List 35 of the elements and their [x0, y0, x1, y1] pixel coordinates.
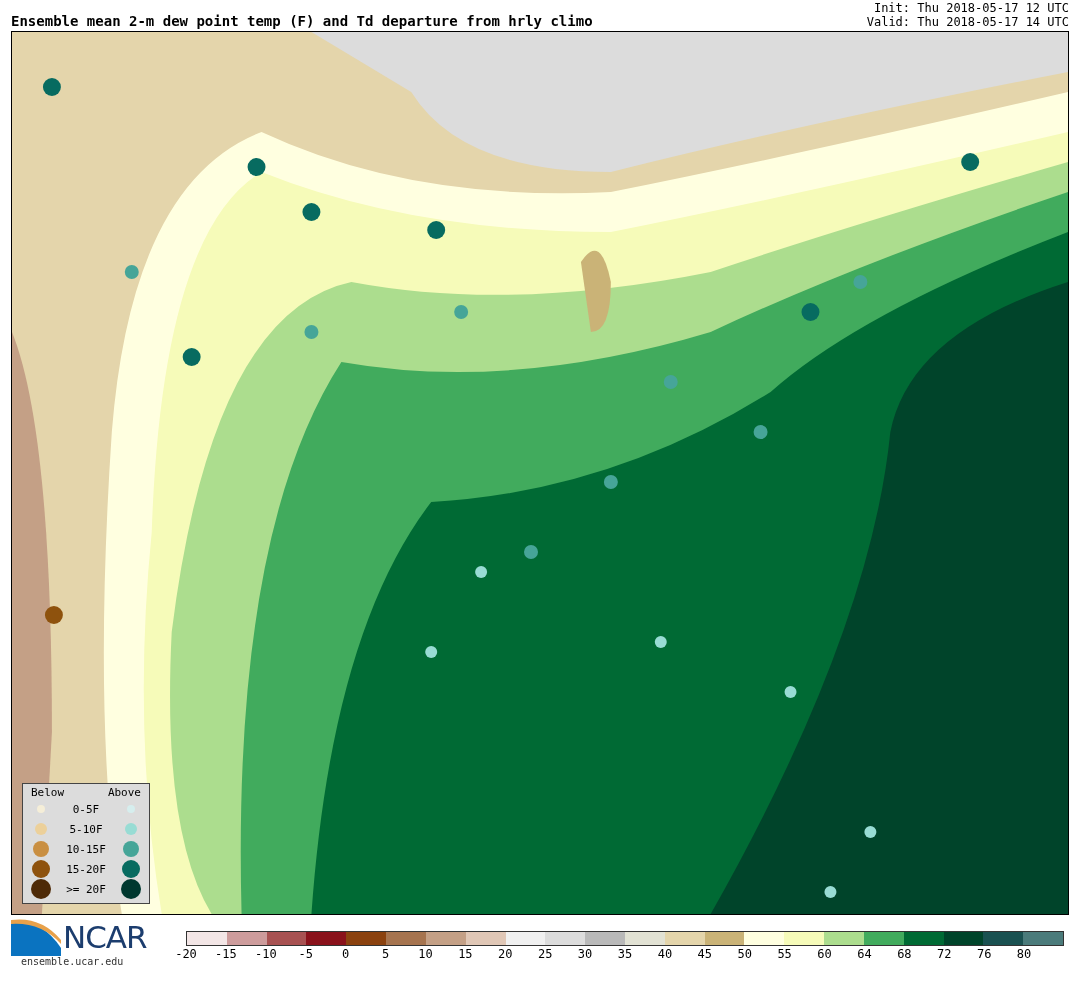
tick-label: 80 — [1016, 947, 1032, 961]
legend-label: 0-5F — [71, 802, 101, 816]
tick-label: 76 — [976, 947, 992, 961]
tick-label: 20 — [498, 947, 513, 961]
tick-label: 45 — [697, 947, 713, 961]
tick-label: 15 — [458, 947, 473, 961]
tick-label: 60 — [817, 947, 832, 961]
tick-label: 68 — [897, 947, 912, 961]
init-time: Init: Thu 2018-05-17 12 UTC — [872, 1, 1069, 15]
legend-label: >= 20F — [65, 882, 107, 896]
chart-title: Ensemble mean 2-m dew point temp (F) and Td departure from hrly climo — [11, 13, 593, 29]
legend-label: 5-10F — [68, 822, 104, 836]
tick-label: 64 — [857, 947, 872, 961]
logo-text: NCAR — [63, 919, 147, 955]
tick-label: 25 — [537, 947, 553, 961]
tick-label: 72 — [937, 947, 952, 961]
tick-label: 55 — [777, 947, 792, 961]
tick-label: 0 — [342, 947, 350, 961]
tick-label: 35 — [617, 947, 633, 961]
tick-label: 30 — [577, 947, 593, 961]
tick-label: 50 — [737, 947, 752, 961]
tick-label: -20 — [175, 947, 197, 961]
swoosh-logo-icon — [11, 918, 61, 956]
tick-label: -10 — [254, 947, 277, 961]
legend-heading: Below — [31, 786, 65, 799]
tick-label: -5 — [298, 947, 313, 961]
tick-label: 5 — [381, 947, 390, 961]
website-url: ensemble.ucar.edu — [20, 956, 125, 967]
legend-heading: Above — [107, 786, 141, 799]
legend-label: 10-15F — [65, 842, 107, 856]
tick-label: 40 — [657, 947, 673, 961]
valid-time: Valid: Thu 2018-05-17 14 UTC — [866, 15, 1069, 29]
tick-label: -15 — [215, 947, 237, 961]
legend-label: 15-20F — [65, 862, 107, 876]
tick-label: 10 — [418, 947, 433, 961]
